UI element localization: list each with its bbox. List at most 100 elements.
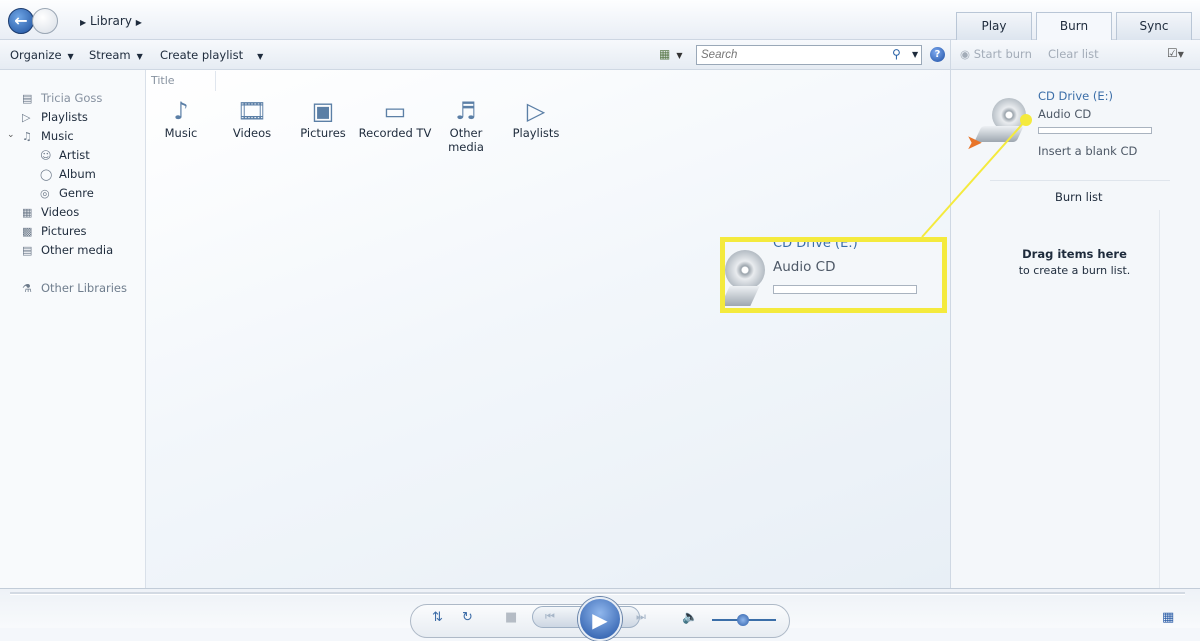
sidebar-item-other-media[interactable]: ▤ Other media (22, 243, 113, 257)
film-icon: 🎞 (236, 97, 268, 125)
picture-icon: ▩ (22, 225, 33, 238)
sidebar-label: Artist (59, 148, 90, 162)
divider (990, 180, 1170, 181)
help-button[interactable]: ? (930, 47, 945, 62)
breadcrumb[interactable]: ▶ Library ▶ (80, 14, 142, 28)
sidebar-item-artist[interactable]: ☺ Artist (40, 148, 90, 162)
tile-videos[interactable]: 🎞 Videos (216, 96, 288, 140)
sidebar-label: Genre (59, 186, 94, 200)
artist-icon: ☺ (40, 149, 52, 162)
sidebar-item-album[interactable]: ◯ Album (40, 167, 96, 181)
sidebar-label: Album (59, 167, 96, 181)
music-icon: ♫ (22, 130, 32, 143)
sidebar-item-music[interactable]: ♫ Music (22, 129, 74, 143)
picture-icon: ▣ (311, 97, 335, 125)
sidebar-label: Videos (41, 205, 80, 219)
volume-icon[interactable]: 🔈 (682, 610, 698, 625)
sidebar-label: Other media (41, 243, 114, 257)
genre-icon: ◎ (40, 187, 50, 200)
music-note-icon: ♪ (173, 97, 189, 125)
sidebar-item-other-libraries[interactable]: ⚗ Other Libraries (22, 281, 127, 295)
album-icon: ◯ (40, 168, 53, 181)
tile-playlists[interactable]: ▷ Playlists (500, 96, 572, 140)
sidebar-label: Music (41, 129, 74, 143)
cd-disc-icon (725, 250, 765, 290)
sidebar-item-genre[interactable]: ◎ Genre (40, 186, 94, 200)
seek-bar[interactable] (10, 592, 1185, 595)
zoom-callout: CD Drive (E:) Audio CD (720, 237, 947, 313)
sidebar-label: Tricia Goss (41, 91, 103, 105)
cd-drive-tray-icon (725, 286, 760, 306)
view-options-icon[interactable]: ▦ ▼ (659, 47, 683, 61)
next-icon[interactable]: ⏭ (636, 610, 646, 624)
callout-disc-type: Audio CD (773, 259, 836, 275)
forward-button[interactable] (32, 8, 58, 34)
stream-menu[interactable]: Stream ▼ (89, 48, 143, 62)
sidebar-label: Playlists (41, 110, 88, 124)
clear-list-button[interactable]: Clear list (1048, 47, 1099, 61)
burn-list-drop-area[interactable]: Drag items here to create a burn list. (990, 210, 1160, 588)
previous-icon[interactable]: ⏮ (545, 610, 555, 624)
stop-icon[interactable]: ■ (505, 610, 517, 625)
tile-label: Playlists (512, 126, 560, 140)
start-burn-button[interactable]: ◉ Start burn (960, 47, 1032, 61)
play-button[interactable]: ▶ (578, 597, 622, 641)
tile-label: Music (164, 126, 198, 140)
sidebar-item-pictures[interactable]: ▩ Pictures (22, 224, 87, 238)
create-playlist-menu[interactable]: Create playlist ▼ (160, 48, 263, 62)
callout-drive-name: CD Drive (E:) (773, 237, 858, 251)
sidebar-item-videos[interactable]: ▦ Videos (22, 205, 79, 219)
playlist-icon: ▷ (22, 111, 31, 124)
volume-slider-thumb[interactable] (737, 614, 749, 626)
tab-sync[interactable]: Sync (1116, 12, 1192, 40)
tile-music[interactable]: ♪ Music (145, 96, 217, 140)
tab-play[interactable]: Play (956, 12, 1032, 40)
library-icon: ▤ (22, 92, 33, 105)
drag-items-subtitle: to create a burn list. (1018, 264, 1131, 277)
start-burn-label: Start burn (973, 47, 1032, 61)
chevron-down-icon[interactable]: ⌄ (7, 130, 15, 140)
switch-to-now-playing-icon[interactable]: ▦ (1162, 610, 1174, 625)
search-input[interactable] (696, 45, 922, 65)
playlist-icon: ▷ (526, 97, 546, 125)
disc-type: Audio CD (1038, 107, 1092, 121)
library-content (146, 70, 950, 588)
tv-icon: ▭ (383, 97, 407, 125)
sidebar-label: Other Libraries (41, 281, 127, 295)
create-playlist-label: Create playlist (160, 48, 244, 62)
back-button[interactable]: ← (8, 8, 34, 34)
cd-drive-icon: ➤ (966, 98, 1028, 154)
sidebar-item-playlists[interactable]: ▷ Playlists (22, 110, 88, 124)
tile-recorded-tv[interactable]: ▭ Recorded TV (358, 96, 432, 140)
column-header-title[interactable]: Title (146, 71, 216, 91)
breadcrumb-library[interactable]: Library (90, 14, 132, 28)
media-icon: ▤ (22, 244, 33, 257)
organize-label: Organize (10, 48, 62, 62)
tile-label: Other media (448, 126, 484, 154)
libraries-icon: ⚗ (22, 282, 32, 295)
callout-progress-bar (773, 285, 917, 294)
tile-label: Recorded TV (358, 126, 432, 140)
tile-label: Videos (232, 126, 272, 140)
burn-list-heading: Burn list (1055, 190, 1103, 204)
drag-items-title: Drag items here (1022, 247, 1127, 261)
tile-pictures[interactable]: ▣ Pictures (287, 96, 359, 140)
video-icon: ▦ (22, 206, 33, 219)
cd-drive-name: CD Drive (E:) (1038, 89, 1113, 103)
search-dropdown-icon[interactable]: ▼ (912, 50, 918, 59)
organize-menu[interactable]: Organize ▼ (10, 48, 74, 62)
tile-other-media[interactable]: ♬ Other media (430, 96, 502, 154)
burn-progress-bar (1038, 127, 1152, 134)
sidebar-label: Pictures (41, 224, 87, 238)
tab-burn[interactable]: Burn (1036, 12, 1112, 40)
shuffle-icon[interactable]: ⇅ (432, 610, 443, 625)
tile-label: Pictures (300, 126, 346, 140)
sidebar-item-user[interactable]: ▤ Tricia Goss (22, 91, 102, 105)
search-icon[interactable]: ⚲ (892, 47, 901, 61)
burn-options-icon[interactable]: ☑▼ (1167, 46, 1184, 60)
repeat-icon[interactable]: ↻ (462, 610, 473, 625)
burn-disc-icon: ◉ (960, 47, 971, 61)
insert-disc-status: Insert a blank CD (1038, 144, 1138, 158)
media-icon: ♬ (455, 97, 477, 125)
stream-label: Stream (89, 48, 131, 62)
